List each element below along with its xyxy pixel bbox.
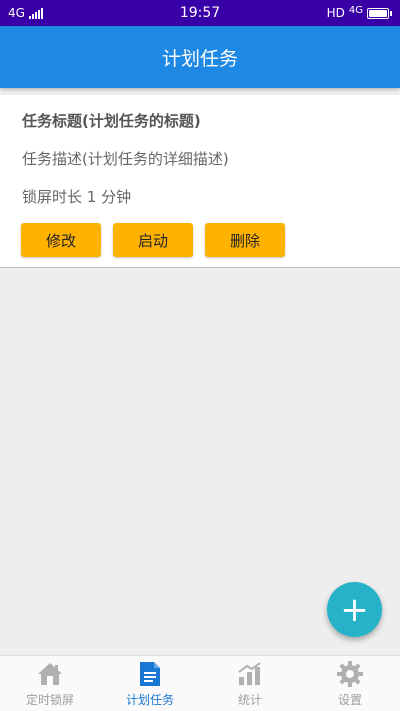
nav-item-timed-lock[interactable]: 定时锁屏	[0, 656, 100, 711]
edit-button[interactable]: 修改	[21, 223, 101, 257]
battery-icon	[367, 7, 392, 19]
delete-button[interactable]: 删除	[205, 223, 285, 257]
add-task-button[interactable]: +	[327, 582, 382, 637]
task-title: 任务标题(计划任务的标题)	[22, 112, 201, 130]
start-button[interactable]: 启动	[113, 223, 193, 257]
task-actions: 修改 启动 删除	[21, 223, 378, 257]
signal-icon	[28, 7, 43, 19]
document-icon	[135, 660, 165, 688]
nav-item-scheduled-tasks[interactable]: 计划任务	[100, 656, 200, 711]
nav-label: 定时锁屏	[25, 693, 74, 707]
bottom-nav: 定时锁屏 计划任务 统计 设置	[0, 655, 400, 711]
task-card: 任务标题(计划任务的标题) 任务描述(计划任务的详细描述) 锁屏时长 1 分钟 …	[0, 95, 400, 268]
page-title: 计划任务	[161, 47, 238, 70]
nav-label: 计划任务	[125, 693, 174, 707]
nav-label: 统计	[237, 693, 262, 707]
plus-icon: +	[340, 589, 369, 630]
hd-indicator: HD	[326, 6, 345, 20]
task-lock-duration: 锁屏时长 1 分钟	[22, 188, 132, 206]
gear-icon	[335, 660, 365, 688]
network-type: 4G	[8, 6, 25, 20]
nav-item-statistics[interactable]: 统计	[200, 656, 300, 711]
app-bar: 计划任务	[0, 26, 400, 88]
status-bar: 4G 19:57 HD 4G	[0, 0, 400, 26]
task-description: 任务描述(计划任务的详细描述)	[22, 150, 229, 168]
nav-label: 设置	[337, 693, 362, 707]
chart-icon	[235, 660, 265, 688]
status-left: 4G	[8, 6, 43, 20]
status-right: HD 4G	[326, 4, 392, 20]
home-icon	[35, 660, 65, 688]
network-type-right: 4G	[348, 4, 363, 16]
nav-item-settings[interactable]: 设置	[300, 656, 400, 711]
